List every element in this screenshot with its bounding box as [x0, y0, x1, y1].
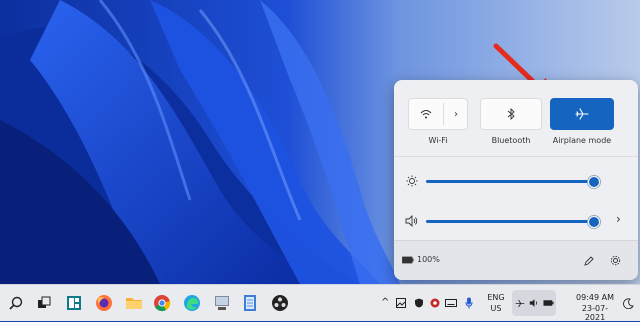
brightness-track [426, 180, 593, 183]
edge-button[interactable] [182, 293, 202, 313]
quick-settings-footer: 100% [394, 240, 638, 280]
search-button[interactable] [6, 293, 26, 313]
brightness-slider[interactable] [404, 172, 630, 190]
bluetooth-tile[interactable] [480, 98, 542, 130]
wifi-label: Wi-Fi [428, 136, 448, 145]
search-icon [9, 296, 23, 310]
tray-microphone[interactable] [462, 293, 476, 313]
notepad-icon [244, 295, 256, 311]
volume-slider[interactable]: › [404, 212, 630, 230]
security-shield-icon [415, 298, 423, 308]
notepad-button[interactable] [240, 293, 260, 313]
wifi-tile[interactable]: › [408, 98, 468, 130]
wifi-icon [420, 110, 432, 119]
keyboard-icon [445, 299, 457, 307]
taskbar: ^ ENG US 09:49 AM 23-07-2021 [0, 284, 640, 322]
notifications-button[interactable] [620, 293, 636, 313]
settings-gear-icon[interactable] [610, 255, 621, 266]
task-view-button[interactable] [34, 293, 54, 313]
firefox-button[interactable] [94, 293, 114, 313]
airplane-mode-label: Airplane mode [552, 136, 612, 145]
photo-app-icon [396, 298, 406, 308]
language-indicator[interactable]: ENG US [486, 293, 506, 313]
quick-settings-button[interactable] [512, 290, 556, 316]
volume-thumb[interactable] [587, 216, 600, 228]
computer-icon [215, 296, 229, 310]
tray-app-3[interactable] [428, 293, 442, 313]
moon-icon [622, 297, 634, 309]
airplane-icon [575, 108, 589, 120]
volume-tray-icon [529, 299, 538, 307]
recording-icon [430, 298, 440, 308]
clock-time: 09:49 AM [576, 293, 614, 302]
folder-icon [126, 298, 142, 309]
chrome-button[interactable] [152, 293, 172, 313]
obs-button[interactable] [270, 293, 290, 313]
region-code: US [490, 304, 502, 313]
battery-status[interactable]: 100% [402, 255, 440, 264]
snap-app-button[interactable] [64, 293, 84, 313]
quick-settings-panel: › Wi-Fi Bluetooth Airplane mode › 100% [394, 80, 638, 280]
task-view-icon [38, 296, 51, 308]
battery-charging-icon [402, 256, 414, 263]
edge-icon [184, 295, 200, 311]
bluetooth-icon [507, 108, 515, 120]
battery-percentage: 100% [417, 255, 440, 264]
chevron-right-icon: › [454, 108, 458, 120]
brightness-icon [406, 175, 418, 187]
firefox-icon [96, 295, 112, 311]
clock-date: 23-07-2021 [581, 304, 609, 322]
window-layout-icon [67, 296, 81, 310]
airplane-mode-tile[interactable] [550, 98, 614, 130]
volume-track [426, 220, 593, 223]
bluetooth-label: Bluetooth [491, 136, 531, 145]
edit-pencil-icon[interactable] [584, 256, 594, 266]
battery-tray-icon [543, 300, 554, 306]
speaker-icon [405, 215, 418, 227]
brightness-thumb[interactable] [587, 176, 600, 188]
microphone-icon [465, 297, 473, 309]
clock[interactable]: 09:49 AM 23-07-2021 [572, 293, 618, 322]
obs-icon [272, 295, 288, 311]
file-explorer-button[interactable] [124, 293, 144, 313]
airplane-tray-icon [515, 299, 525, 308]
system-app-button[interactable] [212, 293, 232, 313]
language-code: ENG [487, 293, 505, 302]
tray-app-2[interactable] [412, 293, 426, 313]
tray-keyboard[interactable] [444, 293, 458, 313]
chrome-icon [154, 295, 171, 312]
wifi-toggle[interactable] [409, 99, 443, 129]
wifi-expand-button[interactable]: › [444, 99, 468, 129]
tray-app-1[interactable] [394, 293, 408, 313]
tray-overflow-chevron-icon[interactable]: ^ [381, 297, 389, 308]
audio-output-chevron-icon[interactable]: › [616, 212, 621, 226]
